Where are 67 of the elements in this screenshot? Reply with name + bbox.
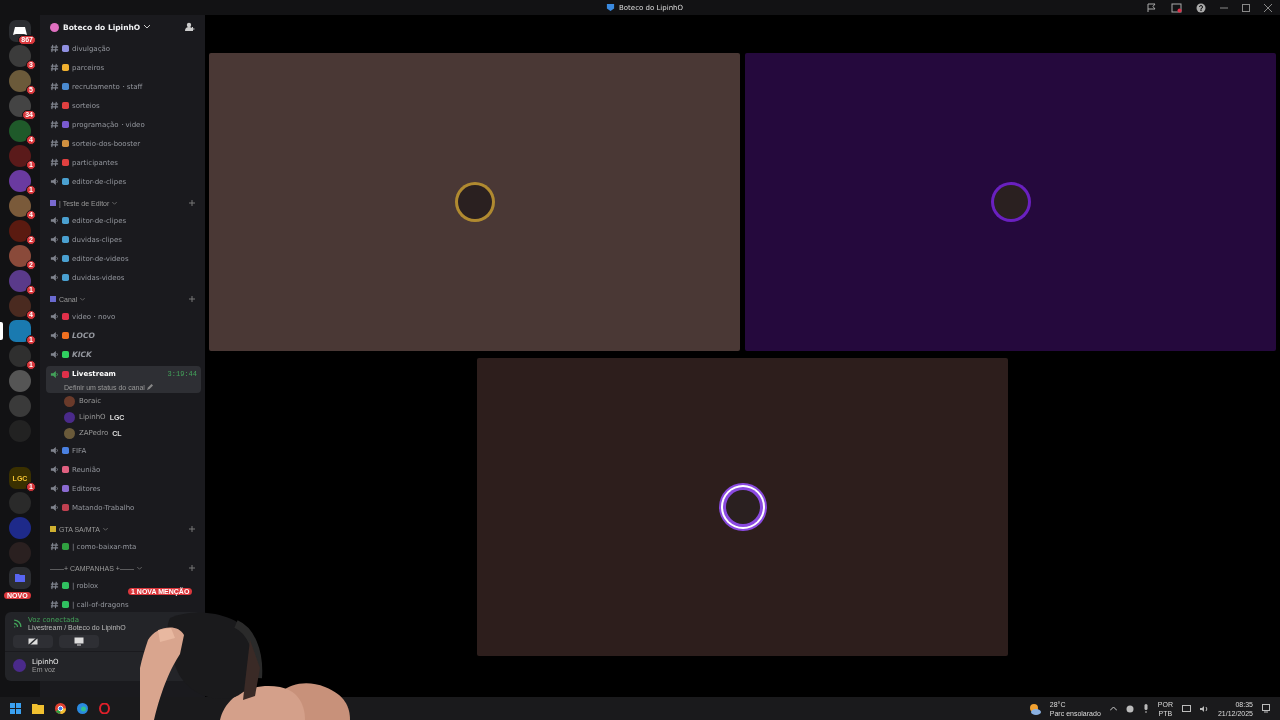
camera-off-button[interactable]	[13, 635, 53, 648]
tray-icon[interactable]	[1125, 704, 1134, 713]
hashtag-icon	[50, 120, 59, 129]
chevron-down-icon	[112, 201, 118, 205]
speaker-icon	[50, 273, 59, 282]
speaker-icon	[50, 254, 59, 263]
help-icon[interactable]	[1196, 2, 1206, 13]
notification-icon[interactable]	[1262, 704, 1270, 713]
video-tile[interactable]	[745, 53, 1276, 351]
chevron-up-icon[interactable]	[1109, 706, 1117, 711]
server-folder[interactable]	[9, 567, 31, 589]
speaker-icon	[50, 177, 59, 186]
add-channel-icon[interactable]	[189, 526, 195, 532]
speaker-icon	[50, 216, 59, 225]
speaker-icon	[50, 312, 59, 321]
add-member-icon[interactable]	[185, 22, 195, 32]
chevron-down-icon	[144, 25, 151, 29]
folder-icon[interactable]	[32, 703, 44, 714]
add-channel-icon[interactable]	[189, 565, 195, 571]
user-avatar	[13, 659, 26, 672]
speaker-icon	[50, 369, 59, 379]
server-icon	[50, 22, 59, 32]
speaker-icon	[50, 350, 59, 359]
start-icon[interactable]	[10, 703, 21, 714]
hashtag-icon	[50, 82, 59, 91]
add-channel-icon[interactable]	[189, 200, 195, 206]
chevron-down-icon	[102, 527, 108, 531]
microphone-icon[interactable]	[1142, 704, 1149, 713]
app-logo-icon	[606, 3, 615, 12]
weather-icon	[1028, 702, 1041, 715]
hashtag-icon	[50, 63, 59, 72]
server-icon[interactable]	[9, 70, 31, 92]
speaker-icon	[50, 503, 59, 512]
browser-icon[interactable]	[77, 703, 88, 714]
screen-share-icon	[74, 637, 84, 646]
hashtag-icon	[50, 600, 59, 609]
speaker-icon	[50, 235, 59, 244]
home-button[interactable]	[9, 20, 31, 42]
hashtag-icon	[50, 139, 59, 148]
screen-icon[interactable]	[1171, 2, 1182, 13]
pencil-icon	[146, 384, 153, 390]
hashtag-icon	[50, 542, 59, 551]
video-tile[interactable]	[209, 53, 740, 351]
hashtag-icon	[50, 581, 59, 590]
close-icon[interactable]	[1264, 3, 1272, 12]
browser-icon[interactable]	[55, 703, 66, 714]
video-tile[interactable]	[477, 357, 1008, 656]
folder-icon	[15, 574, 25, 582]
server-icon[interactable]	[9, 95, 31, 117]
speaker-icon	[50, 484, 59, 493]
signal-icon	[13, 619, 22, 628]
volume-icon[interactable]	[1199, 704, 1209, 713]
screen-share-button[interactable]	[59, 635, 99, 648]
hashtag-icon	[50, 44, 59, 53]
add-channel-icon[interactable]	[189, 296, 195, 302]
camera-off-icon	[28, 637, 38, 646]
monitor-icon[interactable]	[1181, 704, 1191, 713]
maximize-icon[interactable]	[1242, 3, 1250, 12]
hashtag-icon	[50, 158, 59, 167]
controller-icon	[13, 26, 27, 36]
speaker-icon	[50, 446, 59, 455]
speaker-icon	[50, 465, 59, 474]
chevron-down-icon	[80, 297, 86, 301]
chevron-down-icon	[136, 566, 142, 570]
hashtag-icon	[50, 101, 59, 110]
ring-icon[interactable]	[99, 703, 110, 714]
speaker-icon	[50, 331, 59, 340]
